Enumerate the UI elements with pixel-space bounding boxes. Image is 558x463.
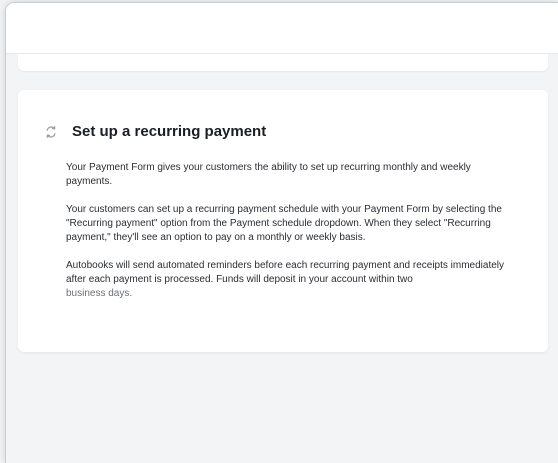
previous-section-card [18, 54, 548, 71]
card-header: Set up a recurring payment [44, 123, 266, 140]
recurring-payment-card: Set up a recurring payment Your Payment … [18, 90, 548, 352]
paragraph-schedule: Your customers can set up a recurring pa… [66, 204, 502, 243]
recurring-icon [44, 125, 58, 139]
section-body: Your Payment Form gives your customers t… [66, 161, 516, 315]
paragraph-reminders-tail: business days. [66, 288, 133, 299]
top-bar [6, 3, 558, 54]
section-title: Set up a recurring payment [72, 123, 267, 140]
paragraph-reminders-text: Autobooks will send automated reminders … [66, 260, 505, 285]
app-window: Set up a recurring payment Your Payment … [6, 3, 558, 463]
paragraph-reminders: Autobooks will send automated reminders … [66, 259, 516, 301]
paragraph-intro: Your Payment Form gives your customers t… [66, 162, 471, 187]
